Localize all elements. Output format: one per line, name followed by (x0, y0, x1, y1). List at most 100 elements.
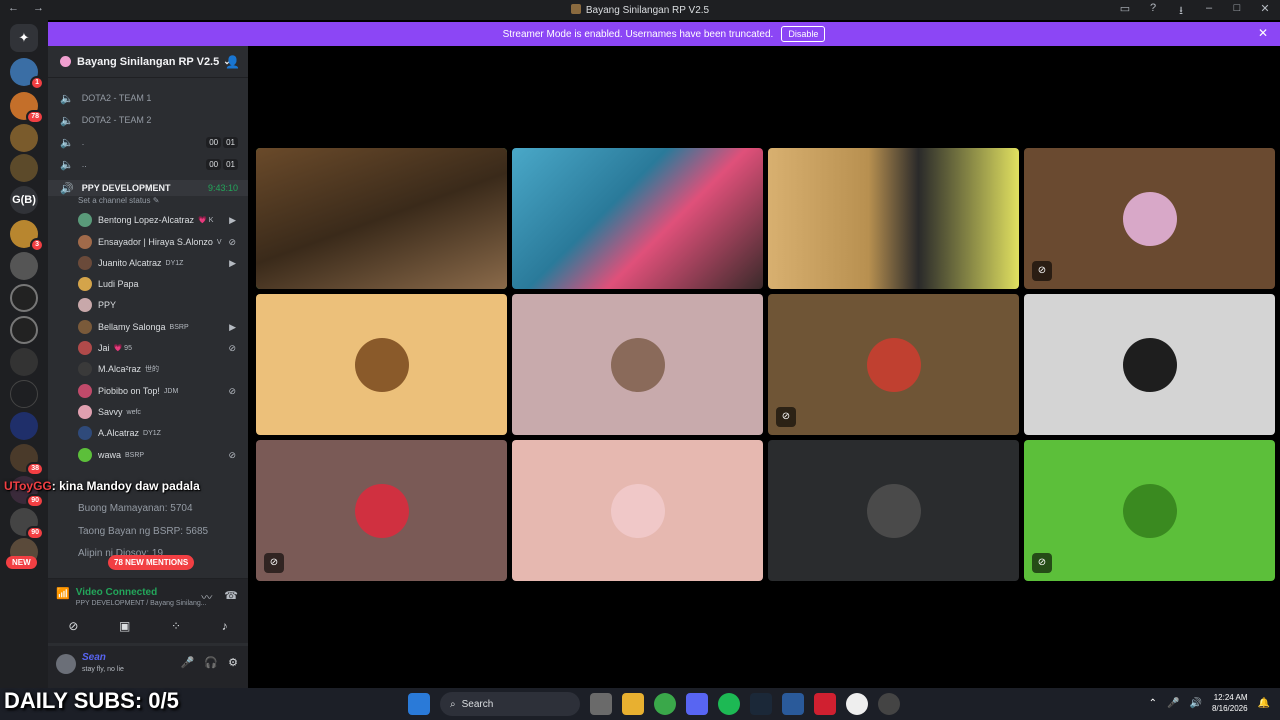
username[interactable]: Sean (82, 652, 106, 663)
stat-channel[interactable]: Buong Mamayanan: 5704 (78, 503, 193, 514)
member-name: Ensayador | Hiraya S.Alonzo (98, 237, 213, 247)
app-icon[interactable] (878, 693, 900, 715)
server-icon[interactable]: 78 (10, 92, 44, 124)
disable-button[interactable]: Disable (781, 26, 826, 42)
user-panel: Sean stay fly, no lie 🎤 🎧 ⚙ (48, 646, 248, 688)
settings-gear-icon[interactable]: ⚙ (228, 656, 238, 669)
chevron-up-icon[interactable]: ⌃ (1149, 698, 1157, 709)
voice-member[interactable]: wawa BSRP ⊘ (78, 445, 246, 465)
video-tile[interactable]: ⊘ (1024, 440, 1275, 581)
close-icon[interactable]: ✕ (1258, 26, 1268, 40)
headphones-icon[interactable]: 🎧 (204, 656, 218, 669)
microphone-icon[interactable]: 🎤 (181, 656, 195, 669)
active-voice-channel[interactable]: 🔊 PPY DEVELOPMENT 9:43:10 (48, 180, 248, 196)
discord-home-icon[interactable]: ✦ (10, 24, 38, 52)
voice-member[interactable]: Savvy wefc (78, 402, 246, 422)
voice-channel[interactable]: 🔈 DOTA2 - TEAM 2 (48, 110, 248, 130)
server-icon[interactable] (10, 154, 38, 182)
voice-member[interactable]: Bentong Lopez-Alcatraz 💗 K ▶ (78, 210, 246, 230)
video-tile[interactable] (768, 440, 1019, 581)
taskbar-apps: ⌕ Search (408, 692, 900, 716)
video-tile[interactable] (512, 148, 763, 289)
member-name: M.Alca²raz (98, 364, 142, 374)
app-icon[interactable] (846, 693, 868, 715)
soundboard-icon[interactable]: ♪ (222, 619, 228, 633)
video-tile[interactable]: ⊘ (768, 294, 1019, 435)
voice-member[interactable]: Piobibo on Top! JDM ⊘ (78, 381, 246, 401)
camera-icon: ▶ (229, 257, 236, 268)
video-tile[interactable] (512, 440, 763, 581)
server-icon[interactable] (10, 348, 38, 376)
voice-member[interactable]: Ensayador | Hiraya S.Alonzo V ⊘ (78, 232, 246, 252)
help-icon[interactable]: ? (1146, 2, 1160, 21)
add-member-icon[interactable]: 👤 (225, 55, 240, 69)
new-mentions-pill[interactable]: 78 NEW MENTIONS (108, 555, 195, 570)
server-header[interactable]: Bayang Sinilangan RP V2.5 ⌄ 👤 (48, 46, 248, 78)
camera-feed (768, 148, 1019, 289)
voice-member[interactable]: M.Alca²raz 世的 (78, 359, 246, 379)
stat-channel[interactable]: Taong Bayan ng BSRP: 5685 (78, 526, 208, 537)
server-icon (60, 56, 71, 67)
avatar[interactable] (56, 654, 76, 674)
video-tile[interactable] (1024, 294, 1275, 435)
video-tile[interactable]: ⊘ (1024, 148, 1275, 289)
server-icon[interactable]: G(B) (10, 186, 38, 214)
windows-start-icon[interactable] (408, 693, 430, 715)
server-icon[interactable] (10, 124, 38, 152)
voice-member[interactable]: Ludi Papa (78, 274, 246, 294)
video-tile[interactable] (256, 294, 507, 435)
server-icon[interactable] (10, 284, 38, 312)
close-button[interactable]: ✕ (1258, 2, 1272, 21)
task-view-icon[interactable] (590, 693, 612, 715)
voice-member[interactable]: Bellamy Salonga BSRP ▶ (78, 317, 246, 337)
video-tile[interactable] (256, 148, 507, 289)
new-unreads-pill[interactable]: NEW (6, 556, 37, 569)
channel-status[interactable]: Set a channel status ✎ (78, 196, 159, 205)
chrome-icon[interactable] (654, 693, 676, 715)
channel-name: . (81, 137, 85, 147)
chat-message: : kina Mandoy daw padala (51, 479, 200, 493)
server-icon[interactable] (10, 316, 38, 344)
voice-member[interactable]: Jai 💗 95 ⊘ (78, 338, 246, 358)
microphone-icon[interactable]: 🎤 (1167, 698, 1179, 709)
server-icon[interactable] (10, 412, 38, 440)
discord-icon[interactable] (686, 693, 708, 715)
taskbar-search[interactable]: ⌕ Search (440, 692, 580, 716)
spotify-icon[interactable] (718, 693, 740, 715)
maximize-button[interactable]: □ (1230, 2, 1244, 21)
member-name: Jai (98, 343, 110, 353)
server-icon[interactable]: 90 (10, 508, 44, 540)
notifications-icon[interactable]: 🔔 (1258, 698, 1270, 709)
speaker-icon: 🔈 (60, 114, 74, 127)
disconnect-icon[interactable]: ☎ (224, 589, 238, 605)
inbox-icon[interactable]: ▭ (1118, 2, 1132, 21)
noise-suppression-icon[interactable]: 〰 (201, 589, 212, 605)
notepad-icon[interactable] (782, 693, 804, 715)
avatar (1123, 484, 1177, 538)
minimize-button[interactable]: – (1202, 2, 1216, 21)
file-explorer-icon[interactable] (622, 693, 644, 715)
download-icon[interactable]: ⭳ (1174, 2, 1188, 21)
voice-channel[interactable]: 🔈 DOTA2 - TEAM 1 (48, 88, 248, 108)
voice-member[interactable]: A.Alcatraz DY1Z (78, 423, 246, 443)
video-tile[interactable] (768, 148, 1019, 289)
clock[interactable]: 12:24 AM 8/16/2026 (1212, 692, 1248, 714)
obs-icon[interactable] (814, 693, 836, 715)
voice-channel[interactable]: 🔈. 00 01 (48, 132, 248, 152)
member-tag: 💗 95 (113, 345, 132, 352)
server-icon[interactable] (10, 252, 38, 280)
activities-icon[interactable]: ⁘ (171, 619, 181, 633)
voice-member[interactable]: PPY (78, 295, 246, 315)
server-icon[interactable]: 3 (10, 220, 44, 252)
server-icon[interactable] (10, 380, 38, 408)
screen-share-icon[interactable]: ▣ (119, 619, 130, 633)
video-tile[interactable] (512, 294, 763, 435)
camera-off-icon[interactable]: ⊘ (68, 619, 78, 633)
video-tile[interactable]: ⊘ (256, 440, 507, 581)
volume-icon[interactable]: 🔊 (1190, 698, 1202, 709)
server-icon[interactable]: 1 (10, 58, 44, 90)
voice-member[interactable]: Juanito Alcatraz DY1Z ▶ (78, 253, 246, 273)
server-icon[interactable]: 38 (10, 444, 44, 476)
steam-icon[interactable] (750, 693, 772, 715)
voice-channel[interactable]: 🔈.. 00 01 (48, 154, 248, 174)
